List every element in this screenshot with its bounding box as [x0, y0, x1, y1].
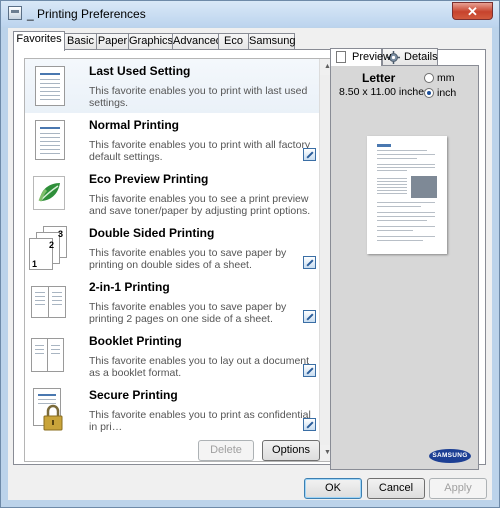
- edit-favorite-icon[interactable]: [303, 364, 316, 377]
- ok-button[interactable]: OK: [304, 478, 362, 499]
- cancel-button[interactable]: Cancel: [367, 478, 425, 499]
- favorite-item-booklet[interactable]: Booklet Printing This favorite enables y…: [25, 329, 320, 383]
- favorite-item-eco-preview[interactable]: Eco Preview Printing This favorite enabl…: [25, 167, 320, 221]
- samsung-logo: SAMSUNG: [429, 449, 471, 463]
- paper-dimensions: 8.50 x 11.00 inches: [339, 86, 430, 98]
- normal-document-icon: [29, 118, 67, 162]
- tab-advanced[interactable]: Advanced: [172, 33, 222, 50]
- favorites-list[interactable]: Last Used Setting This favorite enables …: [24, 58, 336, 462]
- edit-favorite-icon[interactable]: [303, 310, 316, 323]
- edit-favorite-icon[interactable]: [303, 148, 316, 161]
- favorite-description: This favorite enables you to print as co…: [89, 409, 311, 433]
- two-in-one-pages-icon: [29, 280, 67, 324]
- favorite-title: Double Sided Printing: [89, 226, 215, 240]
- favorite-description: This favorite enables you to lay out a d…: [89, 355, 310, 379]
- favorite-title: Secure Printing: [89, 388, 178, 402]
- window-title: _ Printing Preferences: [27, 7, 146, 21]
- favorite-description: This favorite enables you to save paper …: [89, 301, 287, 325]
- edit-favorite-icon[interactable]: [303, 256, 316, 269]
- printing-preferences-window: _ Printing Preferences ✕ Favorites Basic…: [0, 0, 500, 508]
- options-button[interactable]: Options: [262, 440, 320, 461]
- svg-text:2: 2: [49, 240, 54, 250]
- favorite-description: This favorite enables you to print with …: [89, 85, 308, 109]
- unit-mm-radio[interactable]: [424, 73, 434, 83]
- favorite-item-2-in-1[interactable]: 2-in-1 Printing This favorite enables yo…: [25, 275, 320, 329]
- favorite-item-last-used[interactable]: Last Used Setting This favorite enables …: [25, 59, 320, 113]
- preview-page-icon: [336, 51, 346, 63]
- title-bar[interactable]: _ Printing Preferences ✕: [1, 1, 499, 27]
- delete-button[interactable]: Delete: [198, 440, 254, 461]
- favorite-title: 2-in-1 Printing: [89, 280, 170, 294]
- unit-inch-label: inch: [437, 87, 457, 99]
- paper-info: Letter 8.50 x 11.00 inches mm inch: [339, 70, 472, 100]
- tab-graphics[interactable]: Graphics: [128, 33, 173, 50]
- favorite-item-double-sided[interactable]: 3 2 1 Double Sided Printing This favorit…: [25, 221, 320, 275]
- close-button[interactable]: ✕: [452, 2, 493, 20]
- favorite-title: Normal Printing: [89, 118, 180, 132]
- tab-samsung[interactable]: Samsung: [248, 33, 295, 50]
- favorite-description: This favorite enables you to see a print…: [89, 193, 311, 217]
- tab-preview[interactable]: Preview: [330, 48, 391, 66]
- tab-eco[interactable]: Eco: [218, 33, 249, 50]
- booklet-icon: [29, 334, 67, 378]
- svg-text:1: 1: [32, 259, 37, 269]
- tab-basic[interactable]: Basic: [64, 33, 97, 50]
- preview-logo-mark: [377, 144, 391, 147]
- favorite-title: Last Used Setting: [89, 64, 191, 78]
- tab-paper[interactable]: Paper: [96, 33, 129, 50]
- unit-inch-radio[interactable]: [424, 88, 434, 98]
- favorite-description: This favorite enables you to print with …: [89, 139, 311, 163]
- tab-favorites[interactable]: Favorites: [13, 31, 65, 51]
- last-used-document-icon: [29, 64, 67, 108]
- printer-icon: [8, 6, 22, 20]
- dialog-client-area: Favorites Basic Paper Graphics Advanced …: [8, 28, 492, 500]
- paper-size-name: Letter: [362, 71, 396, 85]
- tab-preview-label: Preview: [352, 51, 392, 63]
- eco-leaf-icon: [29, 172, 67, 216]
- apply-button[interactable]: Apply: [429, 478, 487, 499]
- secure-lock-icon: [29, 388, 67, 432]
- favorite-description: This favorite enables you to save paper …: [89, 247, 287, 271]
- double-sided-pages-icon: 3 2 1: [29, 226, 67, 270]
- print-preview-page: [367, 136, 447, 254]
- svg-text:3: 3: [58, 229, 63, 239]
- unit-mm-label: mm: [437, 72, 455, 84]
- favorite-item-normal[interactable]: Normal Printing This favorite enables yo…: [25, 113, 320, 167]
- favorite-title: Booklet Printing: [89, 334, 182, 348]
- preview-panel: Letter 8.50 x 11.00 inches mm inch SAMSU…: [330, 65, 479, 470]
- favorite-title: Eco Preview Printing: [89, 172, 209, 186]
- favorite-item-secure[interactable]: Secure Printing This favorite enables yo…: [25, 383, 320, 437]
- tab-details-label: Details: [404, 51, 438, 63]
- preview-image-block: [411, 176, 437, 198]
- edit-favorite-icon[interactable]: [303, 418, 316, 431]
